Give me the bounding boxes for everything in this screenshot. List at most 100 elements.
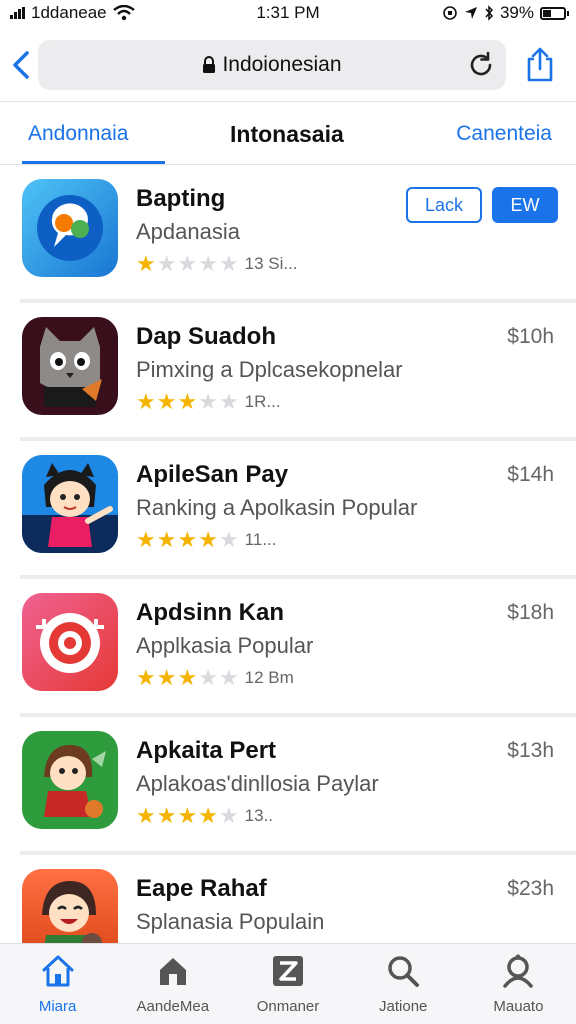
star-icon: ★ <box>177 389 198 414</box>
address-text: Indoionesian <box>222 53 342 76</box>
nav-label: AandeMea <box>136 998 210 1015</box>
nav-item-onmaner[interactable]: Onmaner <box>230 944 345 1024</box>
star-icon: ★ <box>177 527 198 552</box>
star-rating: ★ ★ ★ ★ ★ <box>136 253 239 275</box>
app-rating: ★ ★ ★ ★ ★ 1R... <box>136 391 281 413</box>
app-price[interactable]: $14h <box>507 463 554 487</box>
nav-label: Mauato <box>493 998 544 1015</box>
nav-label: Jatione <box>379 998 428 1015</box>
star-icon: ★ <box>136 665 156 690</box>
app-rating: ★ ★ ★ ★ ★ 12 Bm <box>136 667 294 689</box>
character-icon <box>22 731 118 829</box>
star-rating: ★ ★ ★ ★ ★ <box>136 667 239 689</box>
star-rating: ★ ★ ★ ★ ★ <box>136 391 239 413</box>
ew-button[interactable]: EW <box>492 187 558 223</box>
reload-icon[interactable] <box>466 50 496 80</box>
wifi-icon <box>112 5 135 21</box>
app-category: Apdanasia <box>136 219 240 244</box>
star-icon: ★ <box>156 251 177 276</box>
rating-count: 1R... <box>244 392 281 411</box>
house-icon <box>159 958 186 985</box>
rating-count: 13.. <box>244 806 274 825</box>
star-icon: ★ <box>198 803 218 828</box>
app-name: Dap Suadoh <box>136 323 277 350</box>
star-icon: ★ <box>177 803 198 828</box>
star-icon: ★ <box>177 251 198 276</box>
anime-girl-icon <box>22 455 118 553</box>
tab-andonnaia[interactable]: Andonnaia <box>28 104 128 164</box>
app-name: Apkaita Pert <box>136 737 277 764</box>
list-item[interactable]: Eape Rahaf Splanasia Populain ★★★★★ $23h <box>0 855 576 943</box>
address-bar[interactable]: Indoionesian <box>38 40 506 90</box>
lack-button[interactable]: Lack <box>406 187 482 223</box>
star-icon: ★ <box>136 803 156 828</box>
tab-intonasaia[interactable]: Intonasaia <box>230 104 344 164</box>
lock-icon <box>203 56 216 73</box>
rating-count: 11... <box>244 530 277 549</box>
star-icon: ★ <box>136 251 156 276</box>
star-icon: ★ <box>218 251 239 276</box>
bluetooth-icon <box>485 5 493 21</box>
list-item[interactable]: Bapting Apdanasia ★ ★ ★ ★ ★ 13 Si... Lack EW <box>0 165 576 303</box>
z-app-icon <box>273 956 303 986</box>
signal-icon <box>10 7 25 19</box>
browser-toolbar: Indoionesian <box>0 34 576 96</box>
carrier-label: 1ddaneae <box>31 3 107 22</box>
list-item[interactable]: Apdsinn Kan Applkasia Popular ★ ★ ★ ★ ★ 12 B… <box>0 579 576 717</box>
star-icon: ★ <box>198 389 218 414</box>
app-price[interactable]: $13h <box>507 739 554 763</box>
profile-icon <box>503 954 534 988</box>
star-icon: ★ <box>218 665 239 690</box>
toolbar-divider <box>0 101 576 102</box>
app-name: Bapting <box>136 185 226 212</box>
list-item[interactable]: ApileSan Pay Ranking a Apolkasin Popular… <box>0 441 576 579</box>
app-category: Splanasia Populain <box>136 909 325 934</box>
star-icon: ★ <box>218 527 239 552</box>
list-item[interactable]: Apkaita Pert Aplakoas'dinllosia Paylar ★… <box>0 717 576 855</box>
app-category: Pimxing a Dplcasekopnelar <box>136 357 403 382</box>
speech-bubble-icon <box>22 179 118 277</box>
back-button[interactable] <box>4 41 38 89</box>
star-icon: ★ <box>198 665 218 690</box>
star-icon: ★ <box>198 527 218 552</box>
home-icon <box>42 955 74 987</box>
location-icon <box>464 7 477 19</box>
app-category: Aplakoas'dinllosia Paylar <box>136 771 379 796</box>
star-icon: ★ <box>156 665 177 690</box>
app-price[interactable]: $18h <box>507 601 554 625</box>
app-price[interactable]: $10h <box>507 325 554 349</box>
cat-icon <box>22 317 118 415</box>
star-icon: ★ <box>156 527 177 552</box>
battery-icon <box>540 6 569 20</box>
tab-canenteia[interactable]: Canenteia <box>456 104 552 164</box>
chevron-left-icon <box>13 51 29 79</box>
target-icon <box>22 593 118 691</box>
nav-item-mauato[interactable]: Mauato <box>461 944 576 1024</box>
nav-item-miara[interactable]: Miara <box>0 944 115 1024</box>
star-icon: ★ <box>177 665 198 690</box>
app-rating: ★ ★ ★ ★ ★ 13.. <box>136 805 273 827</box>
list-item[interactable]: Dap Suadoh Pimxing a Dplcasekopnelar ★ ★ ★… <box>0 303 576 441</box>
app-rating: ★ ★ ★ ★ ★ 11... <box>136 529 277 551</box>
nav-item-aandemea[interactable]: AandeMea <box>115 944 230 1024</box>
rating-count: 13 Si... <box>244 254 298 273</box>
orientation-lock-icon <box>443 6 457 20</box>
battery-percent: 39% <box>499 3 534 22</box>
bottom-tab-bar: Miara AandeMea Onmaner Jatione Mauato <box>0 943 576 1024</box>
star-icon: ★ <box>136 389 156 414</box>
nav-label: Onmaner <box>256 998 320 1015</box>
app-category: Ranking a Apolkasin Popular <box>136 495 418 520</box>
star-icon: ★ <box>218 803 239 828</box>
share-button[interactable] <box>520 41 560 89</box>
star-rating: ★ ★ ★ ★ ★ <box>136 805 239 827</box>
nav-item-jatione[interactable]: Jatione <box>346 944 461 1024</box>
star-icon: ★ <box>156 389 177 414</box>
star-icon: ★ <box>218 389 239 414</box>
app-category: Applkasia Popular <box>136 633 314 658</box>
share-icon <box>527 47 553 82</box>
smiling-character-icon <box>22 869 118 943</box>
tab-bar: Andonnaia Intonasaia Canenteia <box>0 104 576 164</box>
star-rating: ★ ★ ★ ★ ★ <box>136 529 239 551</box>
rating-count: 12 Bm <box>244 668 294 687</box>
app-price[interactable]: $23h <box>507 877 554 901</box>
